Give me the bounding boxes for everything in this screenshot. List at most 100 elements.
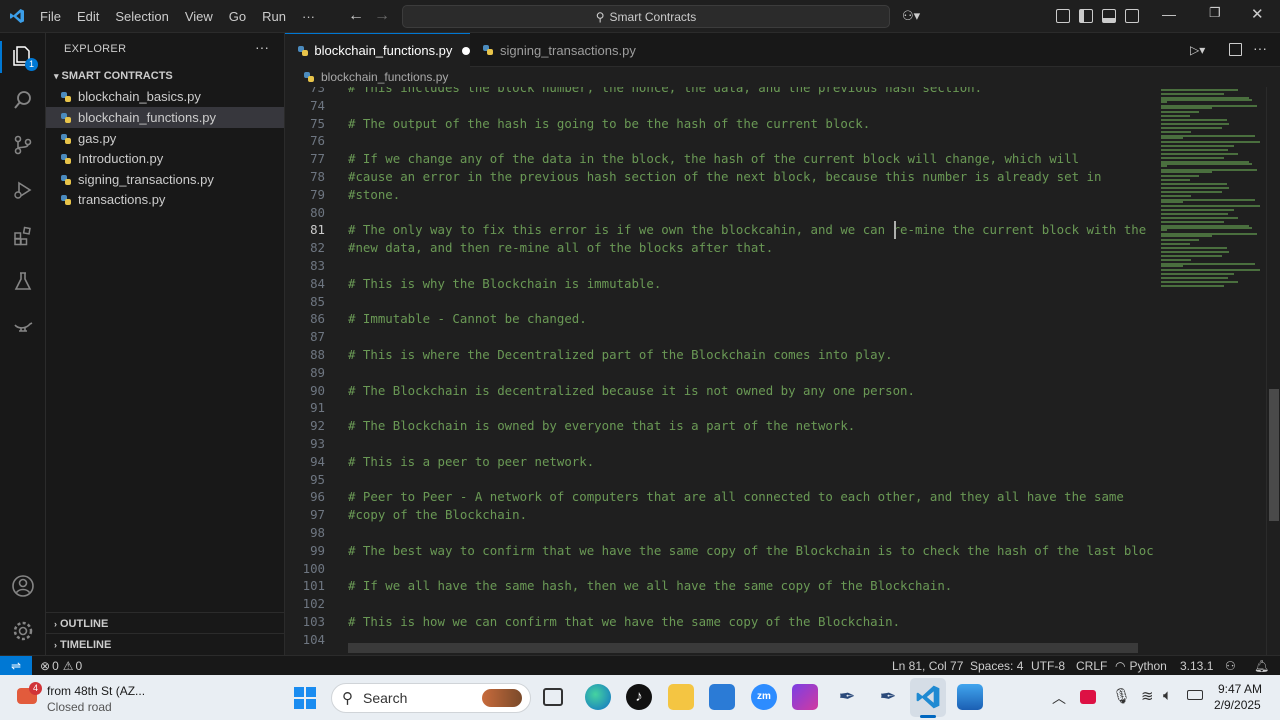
line-ending[interactable]: CRLF [1076,656,1107,676]
source-control-icon[interactable] [8,130,38,160]
vertical-scrollbar[interactable] [1266,87,1280,655]
code-line[interactable]: 85 [285,293,1155,311]
code-line[interactable]: 83 [285,257,1155,275]
clock-time[interactable]: 9:47 AM [1218,682,1262,696]
unsaved-dot-icon[interactable] [462,46,470,55]
menu-go[interactable]: Go [229,9,246,24]
close-button[interactable]: ✕ [1251,5,1264,23]
code-line[interactable]: 93 [285,435,1155,453]
code-line[interactable]: 99 # The best way to confirm that we have… [285,542,1155,560]
run-python-icon[interactable]: ▷▾ [1190,43,1205,57]
extensions-icon[interactable] [8,221,38,251]
toggle-primary-sidebar-icon[interactable] [1079,9,1093,23]
python-version[interactable]: 3.13.1 [1180,656,1213,676]
code-line[interactable]: 75 # The output of the hash is going to b… [285,115,1155,133]
indentation[interactable]: Spaces: 4 [970,656,1023,676]
code-line[interactable]: 89 [285,364,1155,382]
cursor-position[interactable]: Ln 81, Col 77 [892,656,963,676]
code-line[interactable]: 86 # Immutable - Cannot be changed. [285,310,1155,328]
settings-gear-icon[interactable] [8,616,38,646]
weather-widget[interactable]: 4 from 48th St (AZ... Closed road [14,680,164,716]
menu-selection[interactable]: Selection [115,9,168,24]
file-gas[interactable]: gas.py [46,128,284,149]
run-debug-icon[interactable] [8,175,38,205]
remote-desktop-icon[interactable] [957,684,983,710]
code-line[interactable]: 100 [285,560,1155,578]
menu-view[interactable]: View [185,9,213,24]
file-transactions[interactable]: transactions.py [46,189,284,210]
menu-run[interactable]: Run [262,9,286,24]
code-line[interactable]: 76 [285,132,1155,150]
code-line[interactable]: 98 [285,524,1155,542]
tiktok-icon[interactable]: ♪ [626,684,652,710]
show-hidden-icons-chevron[interactable]: ︿ [1052,688,1066,708]
copilot-icon[interactable]: ⚇▾ [902,8,928,24]
file-blockchain-functions[interactable]: blockchain_functions.py [46,107,284,128]
code-line[interactable]: 95 [285,471,1155,489]
customize-layout-icon[interactable] [1056,9,1070,23]
code-line[interactable]: 90 # The Blockchain is decentralized beca… [285,382,1155,400]
code-line[interactable]: 92 # The Blockchain is owned by everyone … [285,417,1155,435]
code-line[interactable]: 73 # This includes the block number, the … [285,87,1155,97]
horizontal-scrollbar[interactable] [348,643,1138,653]
code-line[interactable]: 91 [285,399,1155,417]
minimize-button[interactable]: — [1162,6,1176,22]
pen-app-icon[interactable]: ✒ [834,684,860,710]
wifi-icon[interactable]: ≋ [1141,687,1154,705]
file-signing-transactions[interactable]: signing_transactions.py [46,169,284,190]
volume-icon[interactable]: 🔈︎ [1163,687,1172,704]
split-editor-icon[interactable] [1229,43,1242,56]
timeline-section[interactable]: › TIMELINE [54,639,111,651]
scrollbar-thumb[interactable] [1269,389,1279,521]
code-line[interactable]: 78 #cause an error in the previous hash s… [285,168,1155,186]
code-line[interactable]: 79 #stone. [285,186,1155,204]
testing-flask-icon[interactable] [8,266,38,296]
code-line[interactable]: 84 # This is why the Blockchain is immuta… [285,275,1155,293]
start-windows-icon[interactable] [294,687,316,709]
code-line[interactable]: 94 # This is a peer to peer network. [285,453,1155,471]
code-line[interactable]: 101 # If we all have the same hash, then … [285,577,1155,595]
command-center-search[interactable]: ⚲ Smart Contracts [402,5,890,28]
copilot-status-icon[interactable]: ⚇ [1225,656,1236,676]
toggle-panel-icon[interactable] [1102,9,1116,23]
code-line[interactable]: 97 #copy of the Blockchain. [285,506,1155,524]
code-line[interactable]: 80 [285,204,1155,222]
code-line[interactable]: 88 # This is where the Decentralized part… [285,346,1155,364]
explorer-more-icon[interactable]: ··· [255,39,269,55]
pen-app-2-icon[interactable]: ✒ [875,684,901,710]
tab-signing-transactions[interactable]: signing_transactions.py [470,33,640,67]
microphone-icon[interactable]: 🎙︎ [1112,687,1131,705]
code-line[interactable]: 96 # Peer to Peer - A network of computer… [285,488,1155,506]
minimap[interactable] [1155,87,1265,655]
language-mode[interactable]: ◠ Python [1115,656,1167,676]
forward-arrow-icon[interactable]: → [374,7,390,25]
problems-indicator[interactable]: ⊗ 0 ⚠ 0 [40,656,82,676]
tab-blockchain-functions[interactable]: blockchain_functions.py [285,33,470,67]
menu-file[interactable]: File [40,9,61,24]
vscode-taskbar-icon[interactable] [915,684,941,710]
clipchamp-icon[interactable] [792,684,818,710]
encoding[interactable]: UTF-8 [1031,656,1065,676]
search-icon[interactable] [8,85,38,115]
battery-icon[interactable] [1187,690,1203,700]
outline-section[interactable]: › OUTLINE [54,618,108,630]
breadcrumb[interactable]: blockchain_functions.py [285,67,1155,87]
code-editor[interactable]: 73 # This includes the block number, the … [285,87,1155,655]
code-line[interactable]: 81 # The only way to fix this error is if… [285,221,1155,239]
genie-lamp-icon[interactable] [8,311,38,341]
accounts-icon[interactable] [8,571,38,601]
code-line[interactable]: 102 [285,595,1155,613]
menu-edit[interactable]: Edit [77,9,99,24]
microsoft-store-icon[interactable] [709,684,735,710]
remote-button[interactable]: ⇌ [0,656,32,676]
file-blockchain-basics[interactable]: blockchain_basics.py [46,86,284,107]
tray-app-icon[interactable] [1080,690,1096,704]
workspace-folder[interactable]: ▾ SMART CONTRACTS [54,70,173,82]
file-explorer-icon[interactable] [668,684,694,710]
code-line[interactable]: 74 [285,97,1155,115]
restore-button[interactable]: ❐ [1209,5,1221,21]
task-view-icon[interactable] [543,688,563,706]
edge-browser-icon[interactable] [585,684,611,710]
editor-more-icon[interactable]: ··· [1253,40,1267,56]
zoom-icon[interactable]: zm [751,684,777,710]
